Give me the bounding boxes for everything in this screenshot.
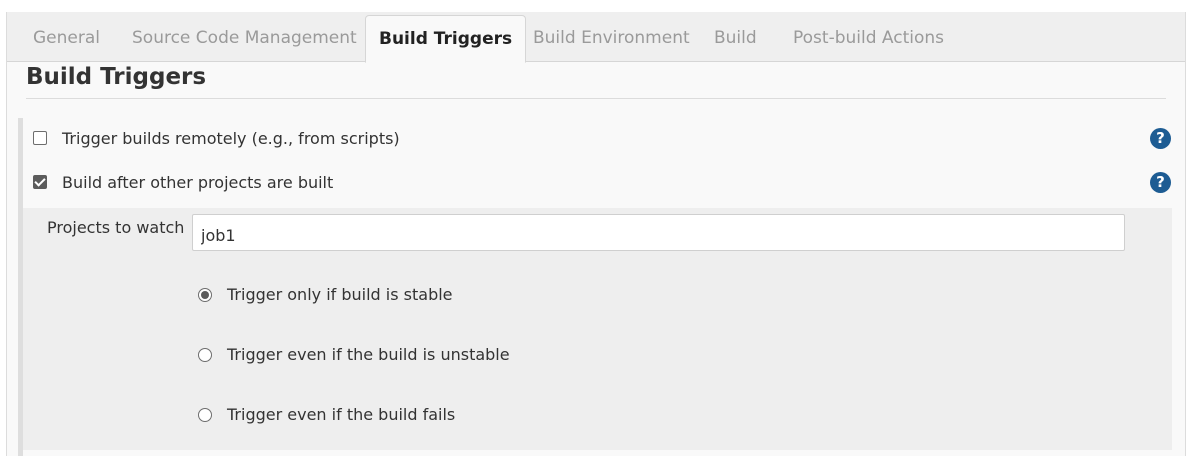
projects-to-watch-input[interactable] — [192, 214, 1125, 251]
radio-label-fails[interactable]: Trigger even if the build fails — [227, 404, 455, 426]
radio-label-unstable[interactable]: Trigger even if the build is unstable — [227, 344, 510, 366]
build-after-checkbox[interactable] — [33, 175, 47, 189]
tab-build-triggers[interactable]: Build Triggers — [365, 15, 527, 63]
tab-general[interactable]: General — [33, 12, 100, 61]
trigger-remote-label[interactable]: Trigger builds remotely (e.g., from scri… — [62, 127, 400, 151]
radio-label-stable[interactable]: Trigger only if build is stable — [227, 284, 453, 306]
radio-button-fails[interactable] — [198, 408, 212, 422]
radio-button-unstable[interactable] — [198, 348, 212, 362]
tab-build-environment[interactable]: Build Environment — [533, 12, 690, 61]
question-icon[interactable]: ? — [1150, 128, 1171, 149]
tab-build[interactable]: Build — [714, 12, 757, 61]
build-after-label[interactable]: Build after other projects are built — [62, 171, 333, 195]
tab-post-build-actions[interactable]: Post-build Actions — [793, 12, 944, 61]
title-divider — [26, 98, 1166, 99]
section-title: Build Triggers — [26, 64, 207, 90]
config-tabbar: General Source Code Management Build Tri… — [7, 12, 1185, 63]
radio-button-stable[interactable] — [198, 288, 212, 302]
config-page: General Source Code Management Build Tri… — [6, 12, 1186, 456]
build-after-settings-panel: Projects to watch Trigger only if build … — [23, 208, 1172, 450]
trigger-remote-checkbox[interactable] — [33, 131, 47, 145]
tab-source-code-management[interactable]: Source Code Management — [132, 12, 357, 61]
question-icon[interactable]: ? — [1150, 172, 1171, 193]
projects-to-watch-label: Projects to watch — [47, 218, 185, 237]
